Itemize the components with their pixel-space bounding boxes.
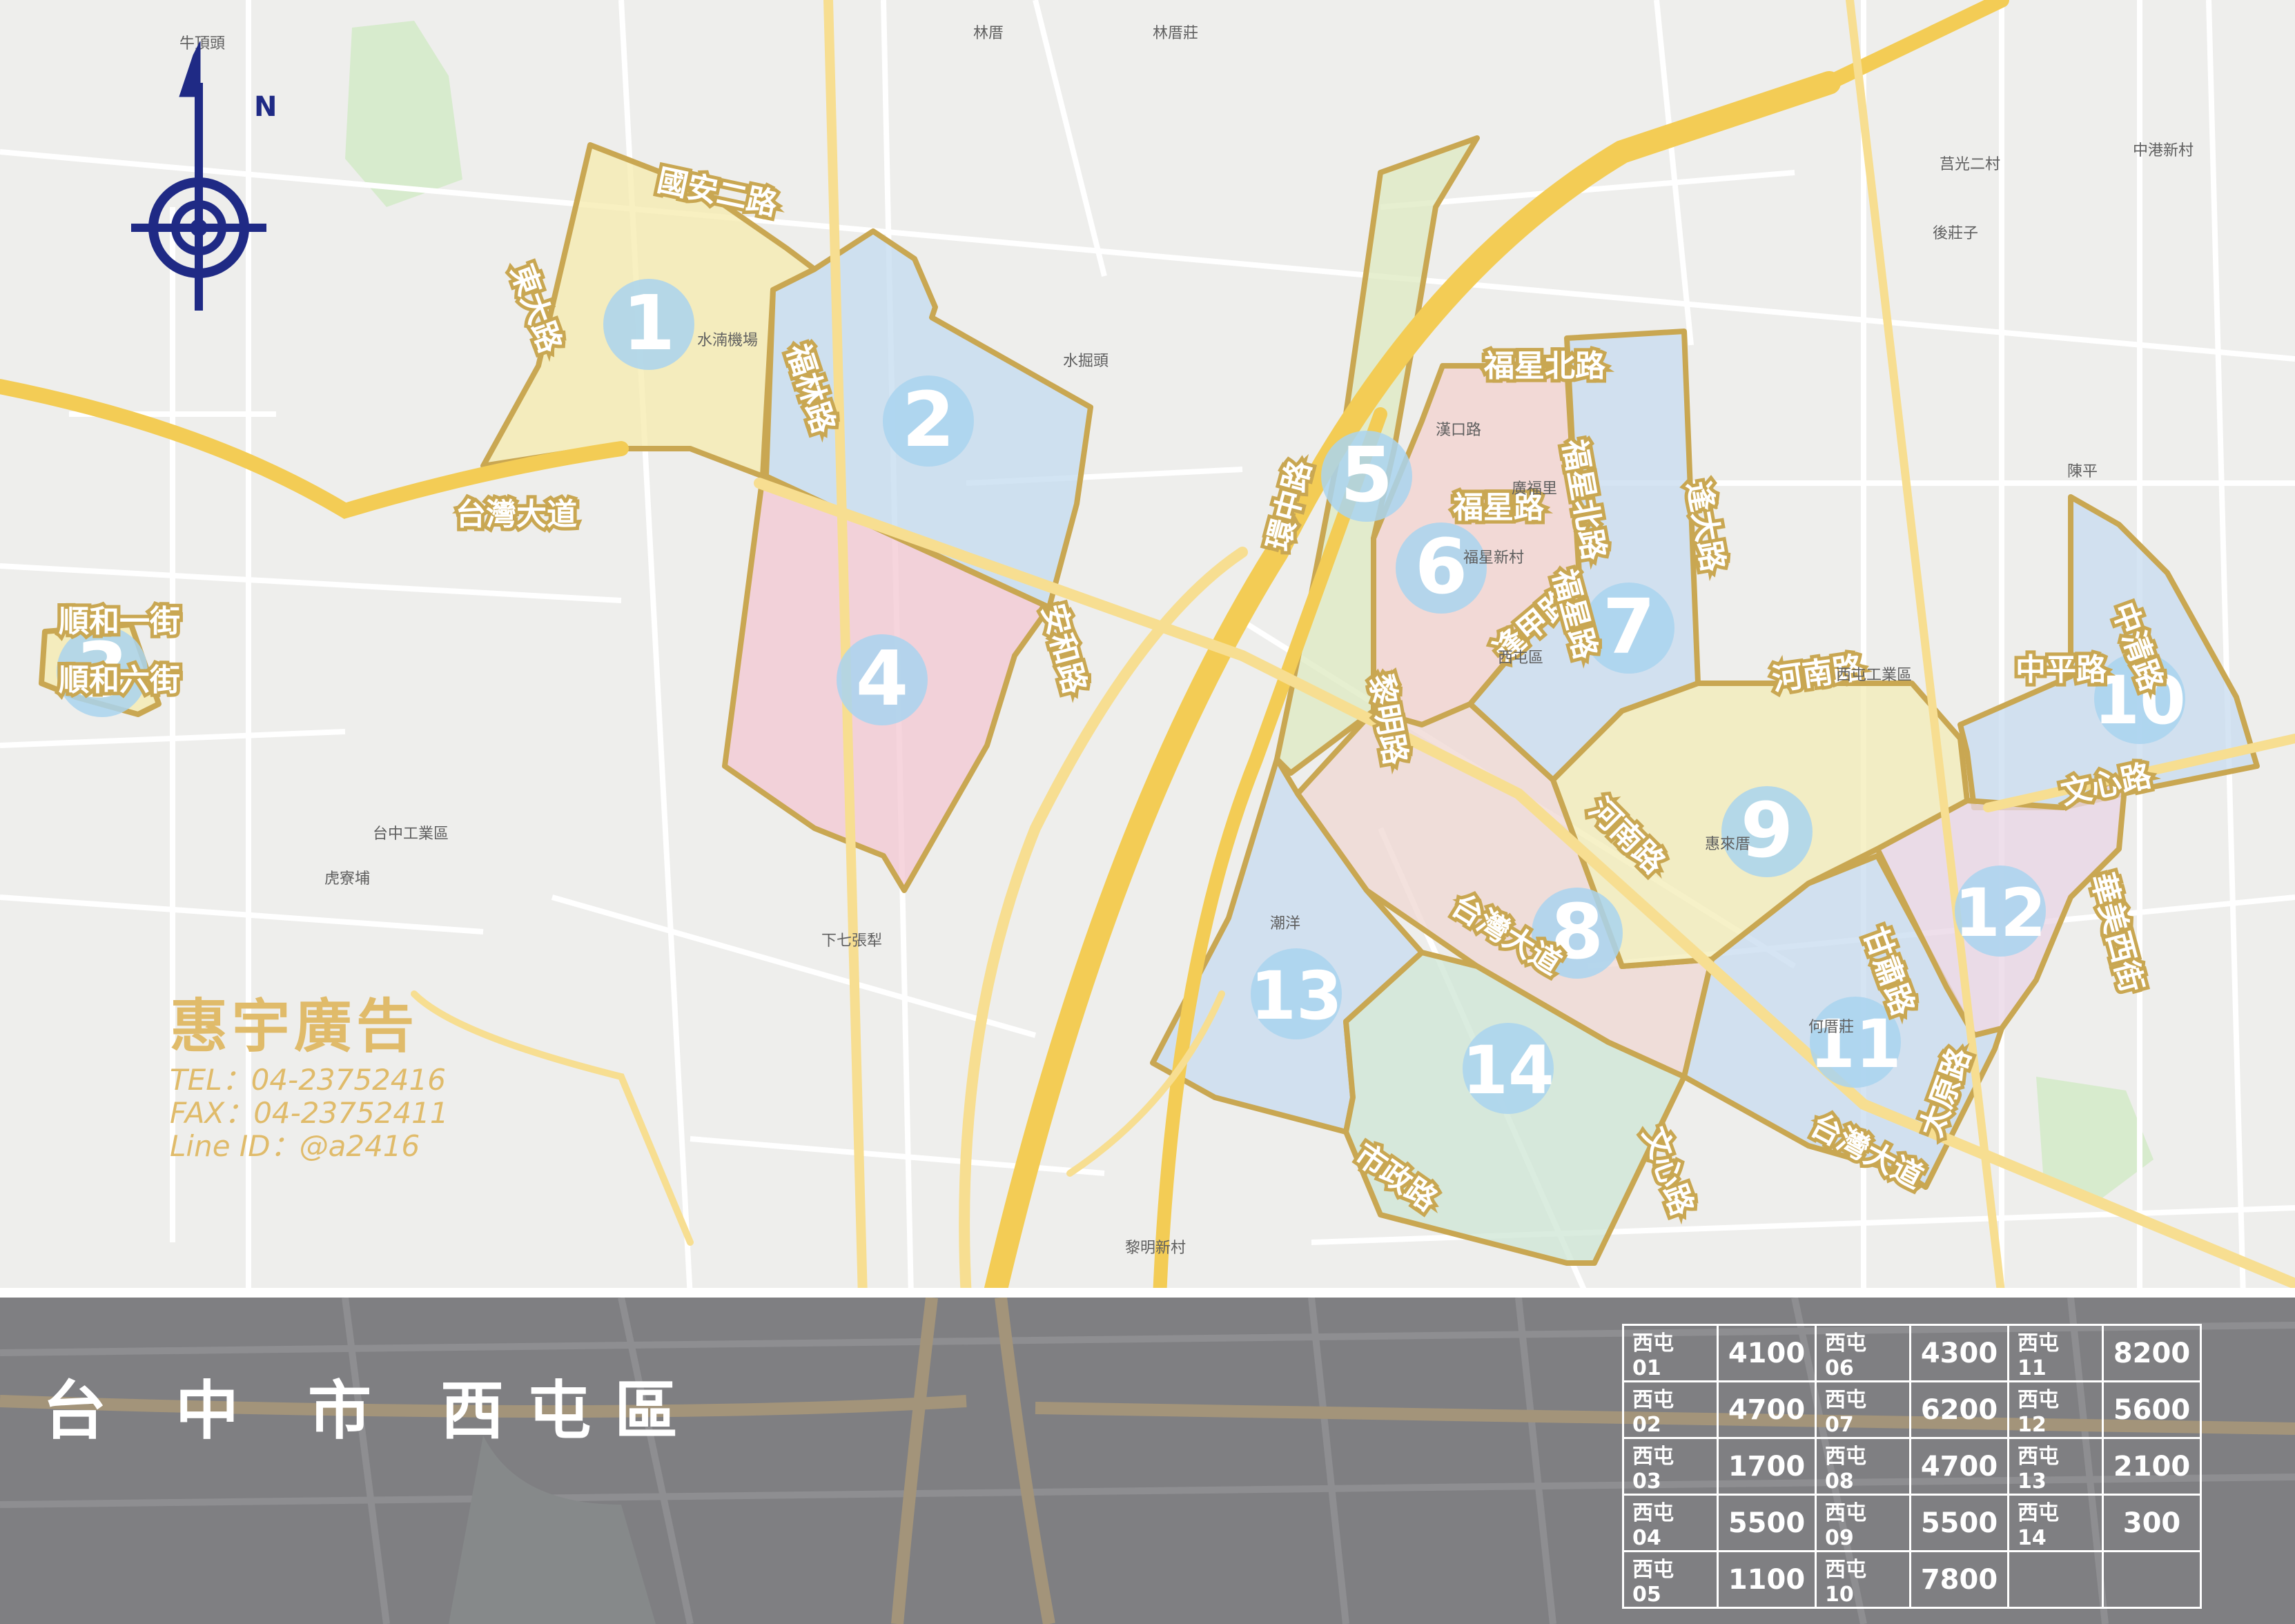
zone-code-cell: 西屯 10 xyxy=(1815,1550,1911,1609)
place-label: 福星新村 xyxy=(1463,549,1524,567)
zone-2-badge[interactable]: 2 xyxy=(883,375,974,467)
zone-code-cell: 西屯 09 xyxy=(1815,1494,1911,1552)
zone-number: 13 xyxy=(1250,957,1342,1035)
zone-price-cell: 4700 xyxy=(1909,1437,2009,1496)
zone-price-cell xyxy=(2102,1550,2202,1609)
place-label: 陳平 xyxy=(2067,463,2098,480)
zone-number: 14 xyxy=(1462,1032,1554,1109)
road-label: 福星北路 xyxy=(1483,349,1606,384)
road-label: 文心路 xyxy=(1636,1122,1700,1220)
divider xyxy=(0,1288,2295,1298)
brand-tel: TEL：04-23752416 xyxy=(170,1063,446,1097)
zone-price-cell: 1700 xyxy=(1717,1437,1817,1496)
price-row: 西屯 02 4700 西屯 07 6200 西屯 12 5600 xyxy=(1622,1380,2202,1439)
place-label: 廣福里 xyxy=(1512,480,1557,498)
zone-price-cell: 2100 xyxy=(2102,1437,2202,1496)
place-label: 漢口路 xyxy=(1436,422,1481,439)
place-label: 林厝莊 xyxy=(1153,25,1198,42)
price-row: 西屯 01 4100 西屯 06 4300 西屯 11 8200 xyxy=(1622,1324,2202,1382)
zone-code-cell: 西屯 05 xyxy=(1622,1550,1719,1609)
zone-price-cell: 5500 xyxy=(1909,1494,2009,1552)
brand-block: 惠宇廣告 TEL：04-23752416 FAX：04-23752411 Lin… xyxy=(170,980,449,1163)
place-label: 何厝莊 xyxy=(1808,1019,1854,1036)
north-compass: N xyxy=(131,41,283,320)
zone-code-cell: 西屯 07 xyxy=(1815,1380,1911,1439)
compass-north-label: N xyxy=(254,91,277,123)
zone-1-badge[interactable]: 1 xyxy=(603,279,694,370)
place-label: 惠來厝 xyxy=(1705,836,1750,853)
zone-code-cell: 西屯 08 xyxy=(1815,1437,1911,1496)
zone-code-cell: 西屯 06 xyxy=(1815,1324,1911,1382)
zone-price-cell: 6200 xyxy=(1909,1380,2009,1439)
price-row: 西屯 04 5500 西屯 09 5500 西屯 14 300 xyxy=(1622,1494,2202,1552)
zone-code-cell: 西屯 03 xyxy=(1622,1437,1719,1496)
zone-price-cell: 1100 xyxy=(1717,1550,1817,1609)
place-label: 西屯區 xyxy=(1498,649,1543,667)
place-label: 莒光二村 xyxy=(1940,156,2000,173)
zone-5-badge[interactable]: 5 xyxy=(1321,431,1412,522)
zone-number: 1 xyxy=(623,279,676,367)
zone-9-badge[interactable]: 9 xyxy=(1721,786,1813,877)
road-label: 順和一街 xyxy=(59,604,180,639)
price-row: 西屯 03 1700 西屯 08 4700 西屯 13 2100 xyxy=(1622,1437,2202,1496)
zone-number: 12 xyxy=(1954,874,2047,952)
zone-number: 5 xyxy=(1340,431,1394,519)
place-label: 林厝 xyxy=(973,25,1004,42)
zone-price-cell: 300 xyxy=(2102,1494,2202,1552)
price-row: 西屯 05 1100 西屯 10 7800 xyxy=(1622,1550,2202,1609)
zone-code-cell: 西屯 13 xyxy=(2007,1437,2104,1496)
zone-price-cell: 4100 xyxy=(1717,1324,1817,1382)
road-label: 順和六街 xyxy=(59,663,180,698)
place-label: 中港新村 xyxy=(2133,142,2194,159)
zone-number: 6 xyxy=(1415,522,1468,611)
zone-price-cell: 4700 xyxy=(1717,1380,1817,1439)
zone-price-cell: 7800 xyxy=(1909,1550,2009,1609)
road-label: 安和路 xyxy=(1035,600,1093,698)
zone-code-cell: 西屯 11 xyxy=(2007,1324,2104,1382)
zone-number: 4 xyxy=(856,634,909,723)
road-label: 中平路 xyxy=(2015,652,2107,687)
zone-code-cell: 西屯 04 xyxy=(1622,1494,1719,1552)
zone-6-badge[interactable]: 6 xyxy=(1396,522,1487,614)
zone-price-cell: 4300 xyxy=(1909,1324,2009,1382)
place-label: 水湳機場 xyxy=(697,332,758,349)
zone-13-badge[interactable]: 13 xyxy=(1250,948,1342,1039)
park-area xyxy=(345,21,462,207)
brand-line-id: Line ID：@a2416 xyxy=(170,1129,420,1163)
zone-number: 2 xyxy=(902,375,955,464)
place-label: 水掘頭 xyxy=(1063,353,1109,370)
page-title: 台 中 市 西屯區 xyxy=(43,1374,702,1448)
zone-12-badge[interactable]: 12 xyxy=(1954,865,2047,957)
zone-price-cell: 5500 xyxy=(1717,1494,1817,1552)
place-label: 後莊子 xyxy=(1933,225,1978,242)
brand-name: 惠宇廣告 xyxy=(170,992,419,1060)
zone-code-cell xyxy=(2007,1550,2104,1609)
place-label: 西屯工業區 xyxy=(1836,667,1912,684)
place-label: 虎寮埔 xyxy=(324,870,370,888)
zone-price-cell: 8200 xyxy=(2102,1324,2202,1382)
zone-code-cell: 西屯 12 xyxy=(2007,1380,2104,1439)
zone-price-cell: 5600 xyxy=(2102,1380,2202,1439)
zone-code-cell: 西屯 01 xyxy=(1622,1324,1719,1382)
brand-fax: FAX：04-23752411 xyxy=(170,1096,449,1130)
place-label: 黎明新村 xyxy=(1125,1240,1186,1257)
zone-code-cell: 西屯 14 xyxy=(2007,1494,2104,1552)
price-table: 西屯 01 4100 西屯 06 4300 西屯 11 8200 西屯 02 4700 西屯 0… xyxy=(1622,1324,2202,1609)
zone-number: 9 xyxy=(1741,786,1794,874)
zone-14-badge[interactable]: 14 xyxy=(1462,1023,1554,1114)
zone-number: 7 xyxy=(1603,583,1656,671)
place-label: 台中工業區 xyxy=(373,825,449,843)
place-label: 下七張犁 xyxy=(821,932,882,950)
footer-band: 台 中 市 西屯區 西屯 01 4100 西屯 06 4300 西屯 11 8200 西屯 … xyxy=(0,1298,2295,1624)
place-label: 潮洋 xyxy=(1270,915,1300,932)
zone-code-cell: 西屯 02 xyxy=(1622,1380,1719,1439)
zone-4-badge[interactable]: 4 xyxy=(837,634,928,725)
road-label: 台灣大道 xyxy=(456,497,577,532)
